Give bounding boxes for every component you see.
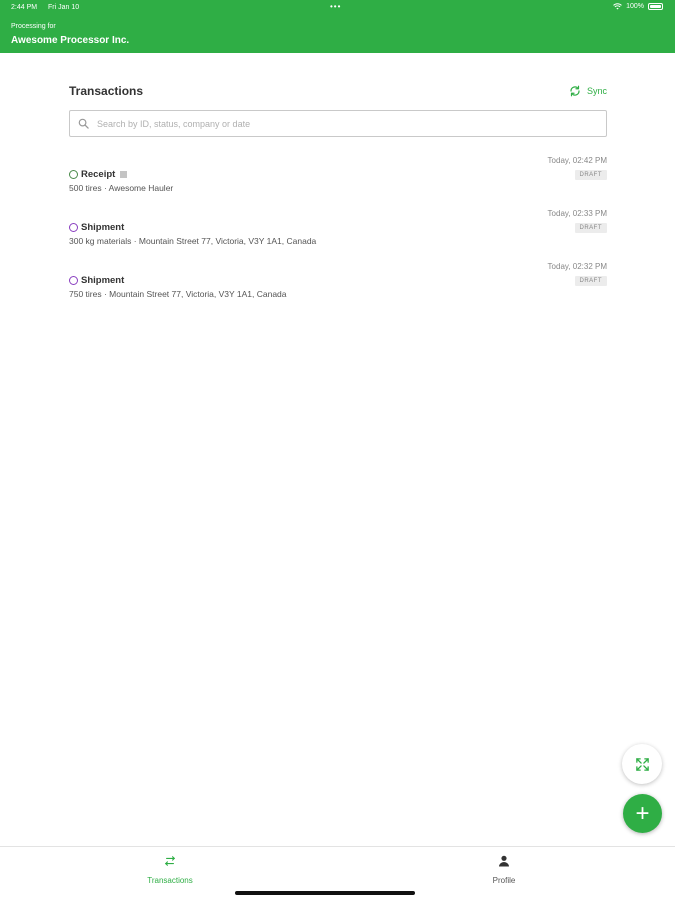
- sync-icon: [570, 85, 580, 97]
- person-icon: [499, 855, 509, 867]
- shipment-status-icon: [69, 223, 78, 232]
- battery-icon: [648, 3, 663, 10]
- add-transaction-button[interactable]: +: [623, 794, 662, 833]
- transactions-icon: [164, 856, 176, 866]
- expand-button[interactable]: [622, 744, 662, 784]
- status-badge: DRAFT: [574, 223, 607, 233]
- status-time: 2:44 PM: [11, 4, 38, 11]
- sync-button[interactable]: Sync: [569, 85, 607, 97]
- status-bar: 2:44 PM Fri Jan 10 ••• 100%: [0, 0, 675, 16]
- status-badge: DRAFT: [574, 276, 607, 286]
- header-title: Awesome Processor Inc.: [11, 35, 130, 46]
- shipment-status-icon: [69, 276, 78, 285]
- multitasking-dots-icon[interactable]: •••: [330, 2, 341, 11]
- transaction-type: Shipment: [81, 222, 125, 233]
- transaction-title-row: Receipt: [69, 169, 128, 180]
- document-icon: [120, 171, 128, 178]
- transaction-item[interactable]: Today, 02:42 PM DRAFT Receipt 500 tires …: [69, 152, 607, 205]
- transaction-title-row: Shipment: [69, 275, 124, 286]
- title-row: Transactions Sync: [69, 80, 607, 104]
- expand-arrows-icon: [635, 757, 649, 771]
- transaction-title-row: Shipment: [69, 222, 124, 233]
- status-indicators: 100%: [613, 3, 663, 10]
- status-badge: DRAFT: [574, 170, 607, 180]
- transaction-time: Today, 02:33 PM: [547, 209, 607, 218]
- header-subtitle: Processing for: [11, 23, 56, 30]
- status-date: Fri Jan 10: [48, 4, 80, 11]
- transaction-type: Shipment: [81, 275, 125, 286]
- transaction-item[interactable]: Today, 02:33 PM DRAFT Shipment 300 kg ma…: [69, 205, 607, 258]
- sync-label: Sync: [586, 86, 607, 96]
- search-box[interactable]: [69, 110, 607, 137]
- transaction-detail: 750 tires · Mountain Street 77, Victoria…: [69, 289, 287, 299]
- transaction-list: Today, 02:42 PM DRAFT Receipt 500 tires …: [69, 152, 607, 311]
- tab-label: Profile: [492, 876, 516, 885]
- transaction-type: Receipt: [81, 169, 116, 180]
- tab-label: Transactions: [147, 876, 193, 885]
- home-indicator: [235, 891, 415, 895]
- transaction-detail: 300 kg materials · Mountain Street 77, V…: [69, 236, 317, 246]
- transaction-item[interactable]: Today, 02:32 PM DRAFT Shipment 750 tires…: [69, 258, 607, 311]
- search-input[interactable]: [97, 118, 597, 129]
- tab-profile[interactable]: Profile: [444, 855, 564, 885]
- battery-percent: 100%: [626, 3, 644, 10]
- transaction-time: Today, 02:32 PM: [547, 262, 607, 271]
- page-title: Transactions: [69, 84, 144, 98]
- search-icon: [78, 118, 89, 129]
- plus-icon: +: [635, 799, 650, 827]
- wifi-icon: [613, 3, 622, 10]
- transaction-time: Today, 02:42 PM: [547, 156, 607, 165]
- transaction-detail: 500 tires · Awesome Hauler: [69, 183, 174, 193]
- transactions-content: Transactions Sync Today, 02:42 PM DRAFT …: [69, 80, 607, 299]
- receipt-status-icon: [69, 170, 78, 179]
- tab-transactions[interactable]: Transactions: [110, 855, 230, 885]
- app-header: 2:44 PM Fri Jan 10 ••• 100% Processing f…: [0, 0, 675, 53]
